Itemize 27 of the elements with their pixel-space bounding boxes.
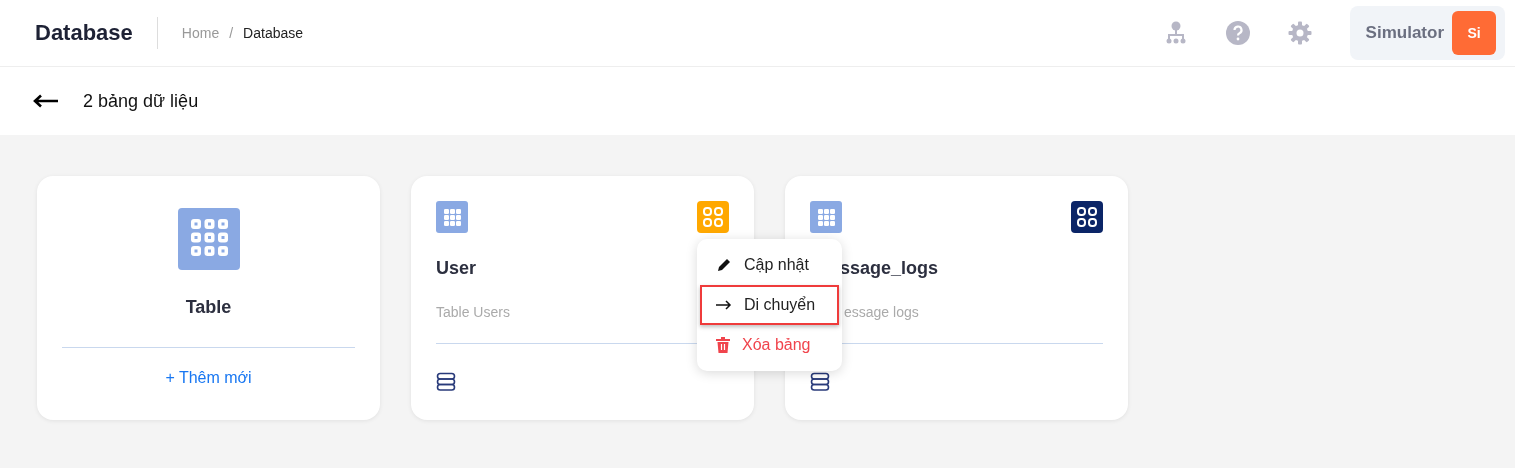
table-icon (177, 208, 240, 270)
page-title: Database (35, 17, 158, 49)
breadcrumb-separator: / (229, 23, 234, 43)
arrow-right-icon (716, 300, 732, 310)
card-title: User (436, 257, 477, 280)
database-icon (810, 371, 830, 392)
card-title: ssage_logs (840, 257, 939, 280)
settings-icon[interactable] (1287, 21, 1312, 45)
add-new-link[interactable]: + Thêm mới (165, 369, 252, 386)
table-icon (810, 201, 842, 233)
back-arrow-icon[interactable] (33, 94, 59, 108)
table-icon (436, 201, 468, 233)
card-description: Table Users (436, 303, 510, 322)
user-avatar: Si (1452, 11, 1496, 55)
card-title: Table (185, 296, 232, 319)
pencil-icon (716, 257, 732, 273)
apps-icon[interactable] (1071, 201, 1103, 233)
table-card[interactable]: Table + Thêm mới (37, 176, 380, 420)
table-count: 2 bảng dữ liệu (83, 89, 199, 113)
trash-icon (716, 337, 730, 353)
help-icon[interactable] (1225, 21, 1250, 45)
breadcrumb-current: Database (243, 23, 304, 43)
database-icon (436, 371, 456, 392)
card-description: essage logs (844, 303, 919, 322)
user-name: Simulator (1365, 22, 1444, 45)
menu-item[interactable]: Di chuyển (700, 285, 839, 325)
user-menu[interactable]: Simulator Si (1349, 6, 1505, 60)
